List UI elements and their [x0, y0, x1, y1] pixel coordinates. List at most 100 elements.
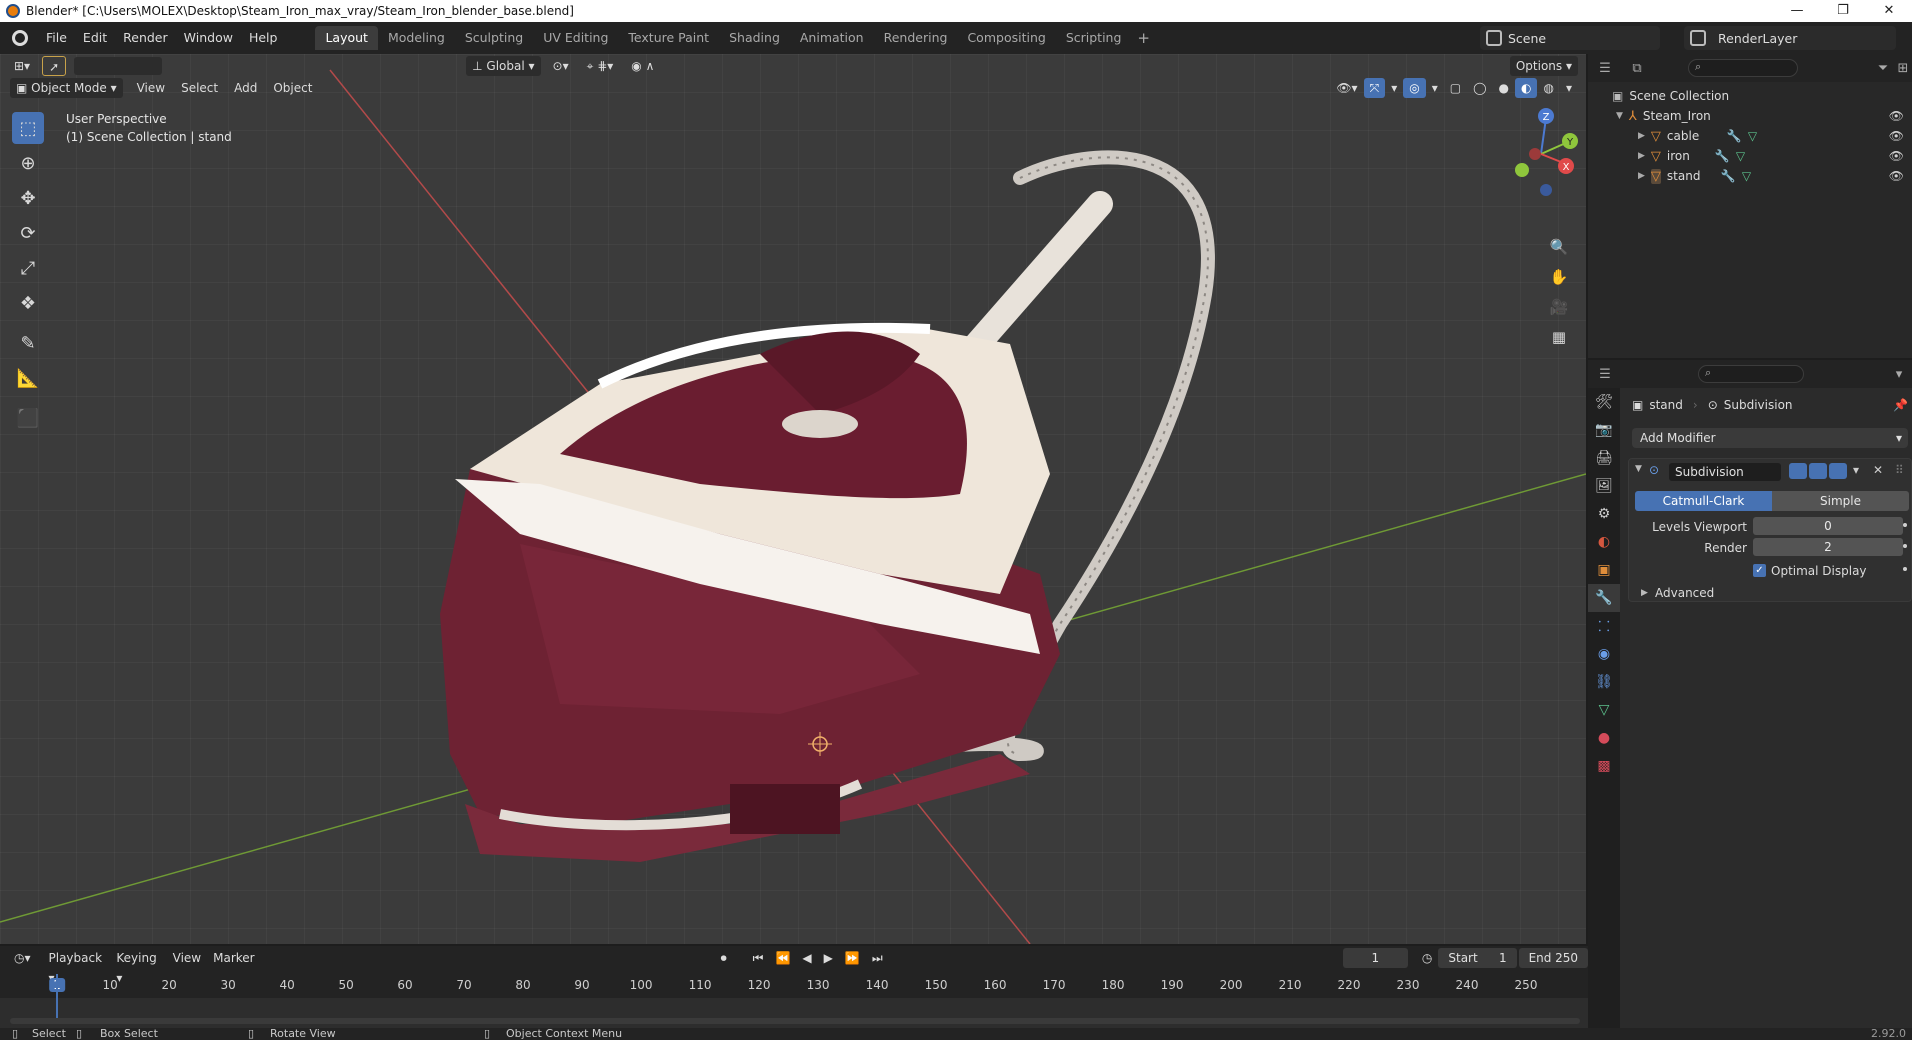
- outliner-item-iron[interactable]: ▶ ▽ iron 🔧 ▽ 👁: [1588, 146, 1912, 166]
- tab-compositing[interactable]: Compositing: [957, 26, 1055, 50]
- texture-tab-icon[interactable]: ▩: [1588, 752, 1620, 780]
- play-reverse-icon[interactable]: ◀: [796, 948, 817, 968]
- zoom-icon[interactable]: 🔍: [1546, 234, 1572, 260]
- expand-triangle-icon[interactable]: ▼: [1616, 111, 1623, 121]
- tab-rendering[interactable]: Rendering: [874, 26, 958, 50]
- material-tab-icon[interactable]: ●: [1588, 724, 1620, 752]
- physics-tab-icon[interactable]: ◉: [1588, 640, 1620, 668]
- modifier-wrench-icon[interactable]: 🔧: [1727, 129, 1742, 143]
- constraints-tab-icon[interactable]: ⛓: [1588, 668, 1620, 696]
- display-mode-icon[interactable]: ⧉: [1628, 60, 1646, 78]
- transform-orientation-dropdown[interactable]: ⊥ Global ▾: [466, 56, 541, 76]
- tool-tab-icon[interactable]: 🛠: [1588, 388, 1620, 416]
- menu-help[interactable]: Help: [241, 22, 286, 54]
- cursor-tool-icon[interactable]: ⊕: [12, 147, 44, 179]
- close-button[interactable]: ✕: [1866, 0, 1912, 22]
- simple-option[interactable]: Simple: [1772, 491, 1909, 511]
- render-tab-icon[interactable]: 📷: [1588, 416, 1620, 444]
- viewport-display-toggle-icon[interactable]: [1809, 463, 1827, 479]
- preview-range-clock-icon[interactable]: ◷: [1416, 948, 1438, 968]
- minimize-button[interactable]: —: [1774, 0, 1820, 22]
- timeline-editor-type-icon[interactable]: ◷▾: [8, 948, 37, 968]
- outliner-search-input[interactable]: ⌕: [1688, 59, 1798, 77]
- gizmo-toggle-icon[interactable]: ⤧: [1363, 78, 1386, 98]
- render-levels-field[interactable]: 2: [1753, 538, 1903, 556]
- measure-tool-icon[interactable]: 📐: [12, 362, 44, 394]
- mesh-data-tab-icon[interactable]: ▽: [1588, 696, 1620, 724]
- expand-triangle-icon[interactable]: ▶: [1638, 171, 1645, 181]
- properties-options-icon[interactable]: ▾: [1890, 366, 1908, 384]
- jump-keyframe-forward-icon[interactable]: ⏩: [839, 948, 866, 968]
- proportional-edit-icon[interactable]: ◉ ∧: [625, 56, 660, 76]
- scale-tool-icon[interactable]: ⤢: [12, 252, 44, 284]
- snap-icon[interactable]: ⌖ ⋕▾: [581, 56, 620, 76]
- edit-mode-toggle-icon[interactable]: [1789, 463, 1807, 479]
- view-layer-selector[interactable]: RenderLayer: [1684, 26, 1896, 50]
- modifier-tab-icon[interactable]: 🔧: [1588, 584, 1620, 612]
- pivot-point-icon[interactable]: ⊙▾: [547, 56, 575, 76]
- pan-hand-icon[interactable]: ✋: [1546, 264, 1572, 290]
- editor-type-icon[interactable]: ⊞▾: [8, 56, 36, 76]
- tab-animation[interactable]: Animation: [790, 26, 874, 50]
- rotate-tool-icon[interactable]: ⟳: [12, 217, 44, 249]
- annotate-tool-icon[interactable]: ✎: [12, 327, 44, 359]
- navigation-gizmo[interactable]: Z Y X 🔍 ✋ 🎥 ▦: [1496, 94, 1586, 354]
- camera-view-icon[interactable]: 🎥: [1546, 294, 1572, 320]
- particles-tab-icon[interactable]: ⸬: [1588, 612, 1620, 640]
- timeline-menu-marker[interactable]: Marker: [207, 948, 260, 968]
- modifier-wrench-icon[interactable]: 🔧: [1721, 169, 1736, 183]
- modifier-name-field[interactable]: Subdivision: [1669, 463, 1781, 481]
- start-frame-field[interactable]: Start 1: [1438, 948, 1517, 968]
- object-mode-dropdown[interactable]: ▣ Object Mode ▾: [10, 78, 123, 98]
- properties-search-input[interactable]: ⌕: [1698, 365, 1804, 383]
- expand-triangle-icon[interactable]: ▶: [1638, 131, 1645, 141]
- visibility-eye-icon[interactable]: 👁: [1889, 129, 1904, 143]
- play-icon[interactable]: ▶: [818, 948, 839, 968]
- menu-window[interactable]: Window: [176, 22, 241, 54]
- visibility-eye-icon[interactable]: 👁: [1889, 109, 1904, 123]
- viewport-menu-add[interactable]: Add: [228, 78, 263, 98]
- add-workspace-icon[interactable]: +: [1131, 29, 1156, 47]
- options-dropdown[interactable]: Options ▾: [1509, 56, 1578, 76]
- scene-tab-icon[interactable]: ⚙: [1588, 500, 1620, 528]
- modifier-menu-icon[interactable]: ▾: [1853, 463, 1859, 477]
- levels-viewport-field[interactable]: 0: [1753, 517, 1903, 535]
- visibility-eye-icon[interactable]: 👁: [1889, 169, 1904, 183]
- visibility-icon[interactable]: 👁▾: [1330, 78, 1363, 98]
- advanced-subpanel[interactable]: ▶ Advanced: [1629, 583, 1911, 603]
- mesh-data-icon[interactable]: ▽: [1736, 149, 1745, 163]
- timeline-menu-playback[interactable]: Playback ▾: [43, 948, 111, 985]
- gizmo-dropdown-icon[interactable]: ▾: [1385, 78, 1403, 98]
- keyframe-dot-icon[interactable]: [1903, 544, 1907, 548]
- mesh-data-icon[interactable]: ▽: [1742, 169, 1751, 183]
- expand-triangle-icon[interactable]: ▶: [1638, 151, 1645, 161]
- viewport-menu-object[interactable]: Object: [267, 78, 318, 98]
- outliner-item-cable[interactable]: ▶ ▽ cable 🔧 ▽ 👁: [1588, 126, 1912, 146]
- catmull-clark-option[interactable]: Catmull-Clark: [1635, 491, 1772, 511]
- add-modifier-dropdown[interactable]: Add Modifier ▾: [1632, 428, 1908, 448]
- blender-logo-icon[interactable]: [12, 30, 28, 46]
- scene-selector[interactable]: Scene: [1480, 26, 1660, 50]
- maximize-button[interactable]: ❐: [1820, 0, 1866, 22]
- jump-keyframe-back-icon[interactable]: ⏪: [769, 948, 796, 968]
- outliner-item-stand[interactable]: ▶ ▽ stand 🔧 ▽ 👁: [1588, 166, 1912, 186]
- timeline-menu-view[interactable]: View: [167, 948, 207, 968]
- modifier-wrench-icon[interactable]: 🔧: [1715, 149, 1730, 163]
- visibility-eye-icon[interactable]: 👁: [1889, 149, 1904, 163]
- outliner-scene-collection[interactable]: ▣ Scene Collection: [1588, 86, 1912, 106]
- current-frame-field[interactable]: 1: [1342, 948, 1408, 968]
- select-tool-icon[interactable]: ➚: [42, 56, 67, 76]
- render-toggle-icon[interactable]: [1829, 463, 1847, 479]
- viewport-menu-select[interactable]: Select: [175, 78, 224, 98]
- overlays-toggle-icon[interactable]: ◎: [1403, 78, 1426, 98]
- output-tab-icon[interactable]: 🖨: [1588, 444, 1620, 472]
- menu-render[interactable]: Render: [115, 22, 176, 54]
- wireframe-shading-icon[interactable]: ◯: [1467, 78, 1492, 98]
- add-cube-tool-icon[interactable]: ⬛: [12, 402, 44, 434]
- menu-edit[interactable]: Edit: [75, 22, 115, 54]
- new-collection-icon[interactable]: ⊞: [1894, 60, 1912, 78]
- transform-tool-icon[interactable]: ❖: [12, 287, 44, 319]
- outliner-editor-type-icon[interactable]: ☰: [1596, 60, 1614, 78]
- mesh-data-icon[interactable]: ▽: [1748, 129, 1757, 143]
- timeline-playhead[interactable]: [56, 974, 58, 1018]
